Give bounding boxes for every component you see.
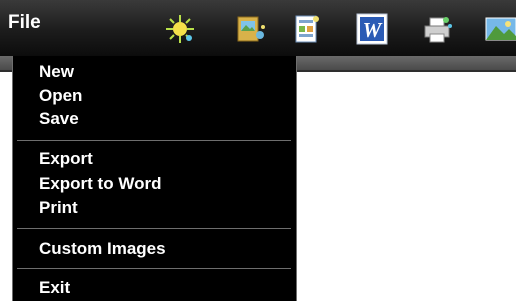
file-dropdown-menu: New Open Save Export Export to Word Prin… [12,56,297,301]
file-menu-button[interactable]: File [8,12,41,34]
word-icon-letter: W [363,18,383,42]
landscape-image-icon[interactable] [484,12,516,46]
menu-separator [17,228,291,229]
menu-separator [17,268,291,269]
toolbar: File W [0,0,516,56]
menu-item-export-to-word[interactable]: Export to Word [39,174,161,194]
menu-item-new[interactable]: New [39,62,74,82]
brightness-sparkle-icon[interactable] [163,12,197,46]
folder-picture-icon[interactable] [234,12,268,46]
menu-item-export[interactable]: Export [39,149,93,169]
word-document-icon[interactable]: W [355,12,389,46]
printer-sparkle-icon[interactable] [420,12,454,46]
menu-item-open[interactable]: Open [39,86,82,106]
menu-item-print[interactable]: Print [39,198,78,218]
menu-item-custom-images[interactable]: Custom Images [39,239,166,259]
menu-item-exit[interactable]: Exit [39,278,70,298]
document-sparkle-icon[interactable] [290,12,324,46]
menu-separator [17,140,291,141]
menu-item-save[interactable]: Save [39,109,79,129]
